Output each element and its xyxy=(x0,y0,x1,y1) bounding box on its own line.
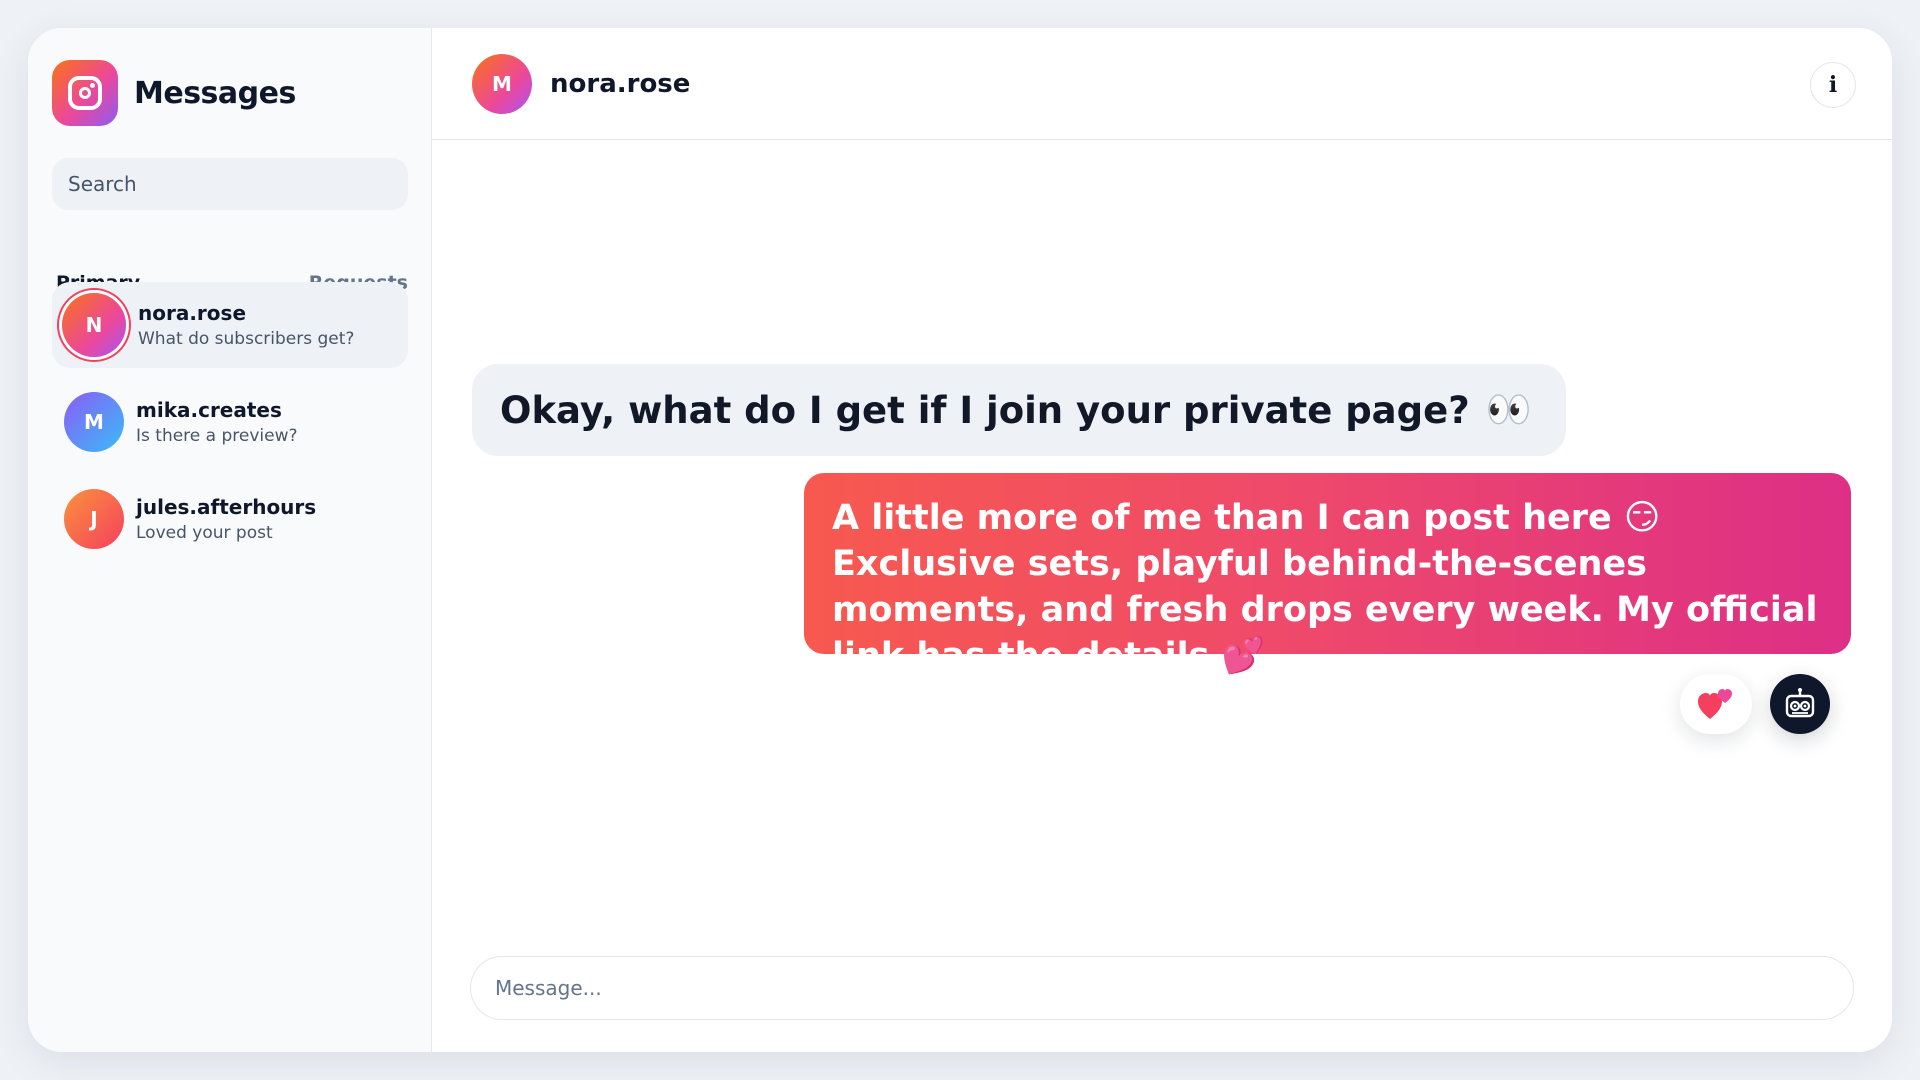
conversation-item-nora-rose[interactable]: N nora.rose What do subscribers get? xyxy=(52,282,408,368)
avatar: J xyxy=(64,489,124,549)
chat-panel: M nora.rose i Okay, what do I get if I j… xyxy=(432,28,1892,1052)
conversation-name: mika.creates xyxy=(136,398,282,422)
conversation-name: jules.afterhours xyxy=(136,495,317,519)
app-title: Messages xyxy=(134,75,296,111)
conversation-preview: What do subscribers get? xyxy=(138,329,355,349)
chat-username[interactable]: nora.rose xyxy=(550,69,690,99)
conversation-name: nora.rose xyxy=(138,301,247,325)
conversation-item-jules-afterhours[interactable]: J jules.afterhours Loved your post xyxy=(52,476,408,562)
incoming-message: Okay, what do I get if I join your priva… xyxy=(472,364,1566,456)
message-input[interactable] xyxy=(470,956,1854,1020)
message-text: Okay, what do I get if I join your priva… xyxy=(500,388,1470,432)
messages-window: Messages Primary Requests N nora.rose Wh… xyxy=(28,28,1892,1052)
avatar: N xyxy=(62,293,126,357)
instagram-icon xyxy=(52,60,118,126)
eyes-emoji: 👀 xyxy=(1485,388,1532,431)
info-icon: i xyxy=(1828,72,1838,98)
robot-icon xyxy=(1785,688,1815,718)
conversation-item-mika-creates[interactable]: M mika.creates Is there a preview? xyxy=(52,379,408,465)
message-text: A little more of me than I can post here… xyxy=(832,498,1818,676)
reaction-button[interactable] xyxy=(1680,674,1752,734)
chat-header: M nora.rose i xyxy=(432,28,1892,140)
assistant-button[interactable] xyxy=(1770,674,1830,734)
search-input[interactable] xyxy=(52,158,408,210)
chat-avatar[interactable]: M xyxy=(472,53,532,114)
conversation-preview: Loved your post xyxy=(136,523,273,543)
outgoing-message: A little more of me than I can post here… xyxy=(804,473,1851,676)
avatar: M xyxy=(64,392,124,452)
brand-header: Messages xyxy=(52,60,296,126)
conversation-preview: Is there a preview? xyxy=(136,426,298,446)
two-hearts-icon xyxy=(1698,689,1732,719)
sidebar: Messages Primary Requests N nora.rose Wh… xyxy=(28,28,432,1052)
info-button[interactable]: i xyxy=(1810,62,1856,108)
